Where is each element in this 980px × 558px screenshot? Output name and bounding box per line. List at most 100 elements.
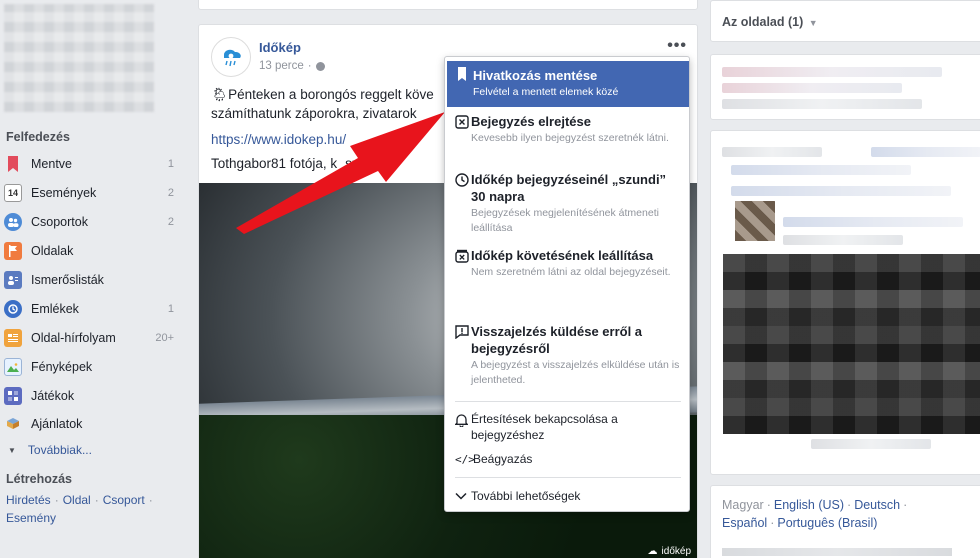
sidebar-item-jatekok[interactable]: Játékok [4,383,184,409]
chevron-down-icon: ▼ [8,445,16,455]
create-page-link[interactable]: Oldal [63,493,91,507]
blurred-text [811,439,931,449]
sidebar-item-mentve[interactable]: Mentve 1 [4,151,184,177]
idokep-logo-icon [223,49,241,67]
more-options-menu-item[interactable]: További lehetőségek [445,488,691,504]
blurred-text [731,186,951,196]
blurred-text [871,147,980,157]
previous-post-card [198,0,698,10]
blurred-text [731,165,911,175]
clock-icon [445,171,471,236]
sidebar-item-fenykepek[interactable]: Fényképek [4,354,184,380]
create-links: Hirdetés · Oldal · Csoport · Esemény [6,493,153,525]
photos-icon [4,358,22,376]
language-link[interactable]: English (US) [774,498,844,512]
idokep-cloud-icon: ☁ [647,546,658,557]
hide-icon [445,113,471,146]
snooze-menu-item[interactable]: Időkép bejegyzéseinél „szundi” 30 napra … [445,171,691,236]
menu-item-subtitle: Nem szeretném látni az oldal bejegyzései… [471,266,671,278]
report-icon [445,323,471,388]
page-feed-icon [4,329,22,347]
blurred-promo-box [710,54,980,120]
give-feedback-menu-item[interactable]: Visszajelzés küldése erről a bejegyzésrő… [445,323,691,388]
sidebar-item-emlekek[interactable]: Emlékek 1 [4,296,184,322]
sidebar-item-label: Játékok [31,389,75,403]
caret-down-icon: ▼ [808,18,818,28]
chevron-down-icon [445,488,471,504]
menu-item-title: Időkép követésének leállítása [471,248,654,263]
sidebar-item-esemenyek[interactable]: 14 Események 2 [4,180,184,206]
weather-cloud-icon: 🌦 [211,87,229,102]
sidebar-item-label: Mentve [31,157,72,171]
sidebar-item-label: Oldalak [31,244,74,258]
sidebar-item-count: 1 [167,303,174,315]
sidebar-item-label: Csoportok [31,215,88,229]
turn-on-notifications-menu-item[interactable]: Értesítések bekapcsolása a bejegyzéshez [445,411,691,443]
language-link[interactable]: Português (Brasil) [777,516,877,530]
sidebar-item-oldalak[interactable]: Oldalak [4,238,184,264]
menu-item-title: Visszajelzés küldése erről a bejegyzésrő… [471,324,643,356]
page-avatar[interactable] [211,37,251,77]
menu-item-subtitle: Kevesebb ilyen bejegyzést szeretnék látn… [471,132,669,144]
bell-icon [445,411,471,443]
hide-post-menu-item[interactable]: Bejegyzés elrejtése Kevesebb ilyen bejeg… [445,113,691,146]
create-event-link[interactable]: Esemény [6,511,56,525]
watermark-text: időkép [661,546,691,557]
menu-item-title: Bejegyzés elrejtése [471,114,591,129]
sidebar-item-label: Emlékek [31,302,79,316]
language-link[interactable]: Español [722,516,767,530]
post-author[interactable]: Időkép [259,40,301,55]
create-group-link[interactable]: Csoport [103,493,145,507]
groups-icon [4,213,22,231]
sidebar-item-count: 1 [167,158,174,170]
post-options-menu: Hivatkozás mentése Felvétel a mentett el… [444,56,690,512]
blurred-text [722,147,822,157]
menu-item-title: További lehetőségek [471,489,581,503]
post-meta: 13 perce · [259,60,325,72]
sidebar-item-label: Ismerőslisták [31,273,104,287]
your-pages-box: Az oldalad (1) ▼ [710,0,980,42]
sidebar-item-count: 2 [167,187,174,199]
blurred-text [722,67,942,77]
sidebar-more-link[interactable]: ▼ Továbbiak... [8,443,92,457]
language-link[interactable]: Deutsch [854,498,900,512]
sidebar-item-oldal-hirfolyam[interactable]: Oldal-hírfolyam 20+ [4,325,184,351]
blurred-thumbnail [735,201,775,241]
blurred-text [722,99,922,109]
embed-menu-item[interactable]: </> Beágyazás [445,451,691,467]
unfollow-menu-item[interactable]: Időkép követésének leállítása Nem szeret… [445,247,691,280]
explore-section-title: Felfedezés [6,130,70,144]
left-sidebar: Felfedezés Mentve 1 14 Események 2 Csopo… [0,0,190,558]
sidebar-item-label: Események [31,186,97,200]
flag-icon [4,242,22,260]
menu-item-subtitle: A bejegyzést a visszajelzés elküldése ut… [471,359,680,386]
save-link-menu-item[interactable]: Hivatkozás mentése Felvétel a mentett el… [447,61,689,107]
post-options-button[interactable]: ••• [667,37,687,55]
red-arrow-annotation [236,112,445,234]
bookmark-icon [4,155,22,173]
blurred-text [722,83,902,93]
menu-item-title: Időkép bejegyzéseinél „szundi” 30 napra [471,172,667,204]
menu-item-title: Hivatkozás mentése [473,68,598,83]
offers-icon [4,415,22,433]
code-icon: </> [455,453,475,466]
more-label: Továbbiak... [27,443,92,457]
sidebar-item-csoportok[interactable]: Csoportok 2 [4,209,184,235]
sidebar-item-label: Ajánlatok [31,417,83,431]
page-selector[interactable]: Az oldalad (1) ▼ [722,15,818,29]
right-column: Az oldalad (1) ▼ Magyar · English (US) · Deu… [710,0,980,558]
sidebar-item-label: Oldal-hírfolyam [31,331,116,345]
friend-list-icon [4,271,22,289]
blurred-profile-shortcuts [4,4,154,112]
menu-divider [455,477,681,478]
sidebar-item-ajanlatok[interactable]: Ajánlatok [4,411,184,437]
post-timestamp[interactable]: 13 perce [259,60,304,72]
page-selector-label: Az oldalad (1) [722,15,804,29]
create-ad-link[interactable]: Hirdetés [6,493,51,507]
blurred-text [783,235,903,245]
sidebar-item-ismeroslistak[interactable]: Ismerőslisták [4,267,184,293]
blurred-text [783,217,963,227]
photo-watermark: ☁ időkép [648,546,691,557]
menu-item-subtitle: Felvétel a mentett elemek közé [473,86,619,98]
games-icon [4,387,22,405]
